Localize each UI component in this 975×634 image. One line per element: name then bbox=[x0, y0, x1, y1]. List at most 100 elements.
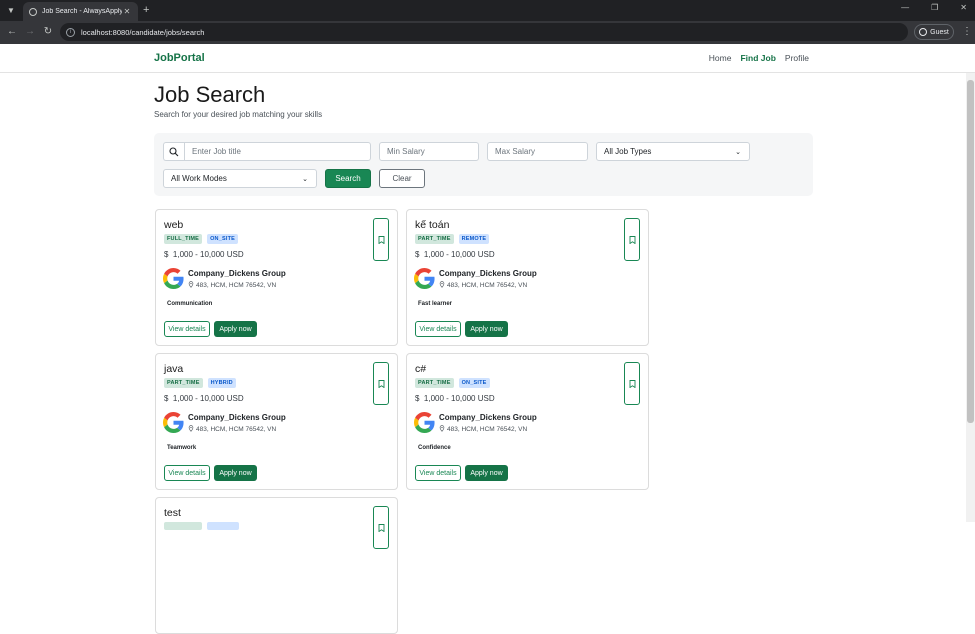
bookmark-button[interactable] bbox=[624, 362, 640, 405]
salary-value: 1,000 - 10,000 USD bbox=[172, 250, 244, 259]
job-card: kế toán PART_TIME REMOTE $ 1,000 - 10,000 U… bbox=[406, 209, 649, 346]
nav-link-find-job[interactable]: Find Job bbox=[740, 53, 775, 63]
menu-icon[interactable]: ⋮ bbox=[962, 26, 972, 37]
profile-button[interactable]: Guest bbox=[914, 24, 954, 40]
url-bar[interactable]: i localhost:8080/candidate/jobs/search bbox=[60, 23, 908, 41]
view-details-button[interactable]: View details bbox=[164, 465, 210, 481]
nav-link-profile[interactable]: Profile bbox=[785, 53, 809, 63]
bookmark-button[interactable] bbox=[373, 506, 389, 549]
bookmark-button[interactable] bbox=[624, 218, 640, 261]
min-salary-input[interactable]: Min Salary bbox=[379, 142, 479, 161]
view-details-button[interactable]: View details bbox=[164, 321, 210, 337]
scrollbar-thumb[interactable] bbox=[967, 80, 974, 423]
job-card: c# PART_TIME ON_SITE $ 1,000 - 10,000 USD Co… bbox=[406, 353, 649, 490]
map-pin-icon bbox=[439, 281, 445, 290]
job-title[interactable]: c# bbox=[415, 363, 426, 375]
globe-icon bbox=[29, 7, 37, 16]
site-info-icon[interactable]: i bbox=[66, 27, 75, 37]
salary-value: 1,000 - 10,000 USD bbox=[172, 394, 244, 403]
job-title[interactable]: test bbox=[164, 507, 181, 519]
work-mode-badge: REMOTE bbox=[458, 234, 490, 244]
job-type-value: All Job Types bbox=[604, 147, 652, 156]
address-text: 483, HCM, HCM 76542, VN bbox=[196, 426, 277, 433]
apply-now-button[interactable]: Apply now bbox=[214, 465, 257, 481]
company-logo bbox=[163, 268, 184, 289]
job-badges: PART_TIME REMOTE bbox=[415, 234, 490, 244]
job-card: test bbox=[155, 497, 398, 634]
map-pin-icon bbox=[188, 425, 194, 434]
company-name: Company_Dickens Group bbox=[439, 413, 537, 422]
reload-icon[interactable]: ↻ bbox=[42, 26, 54, 37]
salary-value: 1,000 - 10,000 USD bbox=[423, 394, 495, 403]
salary-range: $ 1,000 - 10,000 USD bbox=[415, 250, 495, 259]
apply-now-button[interactable]: Apply now bbox=[465, 321, 508, 337]
job-title[interactable]: kế toán bbox=[415, 219, 449, 231]
job-type-badge: FULL_TIME bbox=[164, 234, 203, 244]
company-address: 483, HCM, HCM 76542, VN bbox=[439, 425, 527, 434]
company-logo bbox=[163, 412, 184, 433]
view-details-button[interactable]: View details bbox=[415, 321, 461, 337]
address-text: 483, HCM, HCM 76542, VN bbox=[196, 282, 277, 289]
dollar-icon: $ bbox=[164, 394, 169, 403]
search-icon bbox=[163, 142, 184, 161]
chevron-down-icon: ⌄ bbox=[735, 148, 741, 156]
company-name: Company_Dickens Group bbox=[188, 269, 286, 278]
map-pin-icon bbox=[439, 425, 445, 434]
apply-now-button[interactable]: Apply now bbox=[465, 465, 508, 481]
map-pin-icon bbox=[188, 281, 194, 290]
job-type-badge bbox=[164, 522, 202, 530]
bookmark-icon bbox=[629, 231, 636, 249]
job-title[interactable]: java bbox=[164, 363, 183, 375]
bookmark-button[interactable] bbox=[373, 362, 389, 405]
skill-tag: Confidence bbox=[418, 445, 451, 451]
profile-label: Guest bbox=[930, 28, 949, 36]
close-window-icon[interactable]: ✕ bbox=[960, 3, 967, 12]
restore-icon[interactable]: ❐ bbox=[931, 3, 938, 12]
forward-icon[interactable]: → bbox=[24, 26, 36, 37]
job-badges: PART_TIME ON_SITE bbox=[415, 378, 490, 388]
nav-links: Home Find Job Profile bbox=[709, 53, 809, 63]
job-type-select[interactable]: All Job Types ⌄ bbox=[596, 142, 750, 161]
job-title[interactable]: web bbox=[164, 219, 183, 231]
address-text: 483, HCM, HCM 76542, VN bbox=[447, 426, 528, 433]
search-button[interactable]: Search bbox=[325, 169, 371, 188]
job-card: web FULL_TIME ON_SITE $ 1,000 - 10,000 USD C… bbox=[155, 209, 398, 346]
job-badges: PART_TIME HYBRID bbox=[164, 378, 236, 388]
bookmark-button[interactable] bbox=[373, 218, 389, 261]
bookmark-icon bbox=[378, 231, 385, 249]
max-salary-input[interactable]: Max Salary bbox=[487, 142, 588, 161]
skill-tag: Teamwork bbox=[167, 445, 197, 451]
company-name: Company_Dickens Group bbox=[188, 413, 286, 422]
chevron-down-icon: ⌄ bbox=[302, 175, 308, 183]
job-type-badge: PART_TIME bbox=[415, 378, 454, 388]
page-title: Job Search bbox=[154, 82, 266, 107]
company-logo bbox=[414, 412, 435, 433]
close-tab-icon[interactable]: ✕ bbox=[122, 7, 132, 16]
company-name: Company_Dickens Group bbox=[439, 269, 537, 278]
apply-now-button[interactable]: Apply now bbox=[214, 321, 257, 337]
dollar-icon: $ bbox=[415, 394, 420, 403]
job-badges: FULL_TIME ON_SITE bbox=[164, 234, 238, 244]
salary-range: $ 1,000 - 10,000 USD bbox=[415, 394, 495, 403]
view-details-button[interactable]: View details bbox=[415, 465, 461, 481]
url-text: localhost:8080/candidate/jobs/search bbox=[81, 27, 205, 37]
nav-link-home[interactable]: Home bbox=[709, 53, 732, 63]
back-icon[interactable]: ← bbox=[6, 26, 18, 37]
new-tab-icon[interactable]: + bbox=[143, 4, 149, 16]
job-card: java PART_TIME HYBRID $ 1,000 - 10,000 USD C… bbox=[155, 353, 398, 490]
bookmark-icon bbox=[629, 375, 636, 393]
skill-tag: Fast learner bbox=[418, 301, 453, 307]
tab-search-icon[interactable]: ▼ bbox=[4, 4, 18, 17]
job-type-badge: PART_TIME bbox=[164, 378, 203, 388]
clear-button[interactable]: Clear bbox=[379, 169, 425, 188]
minimize-icon[interactable]: — bbox=[901, 3, 909, 12]
page-subtitle: Search for your desired job matching you… bbox=[154, 110, 323, 119]
bookmark-icon bbox=[378, 519, 385, 537]
brand-logo[interactable]: JobPortal bbox=[154, 52, 205, 64]
browser-tab-bar: ▼ Job Search - AlwaysApply ✕ + — ❐ ✕ bbox=[0, 0, 975, 21]
work-mode-select[interactable]: All Work Modes ⌄ bbox=[163, 169, 317, 188]
job-title-input[interactable]: Enter Job title bbox=[184, 142, 371, 161]
browser-tab[interactable]: Job Search - AlwaysApply ✕ bbox=[23, 2, 138, 21]
work-mode-badge: ON_SITE bbox=[458, 378, 490, 388]
address-text: 483, HCM, HCM 76542, VN bbox=[447, 282, 528, 289]
